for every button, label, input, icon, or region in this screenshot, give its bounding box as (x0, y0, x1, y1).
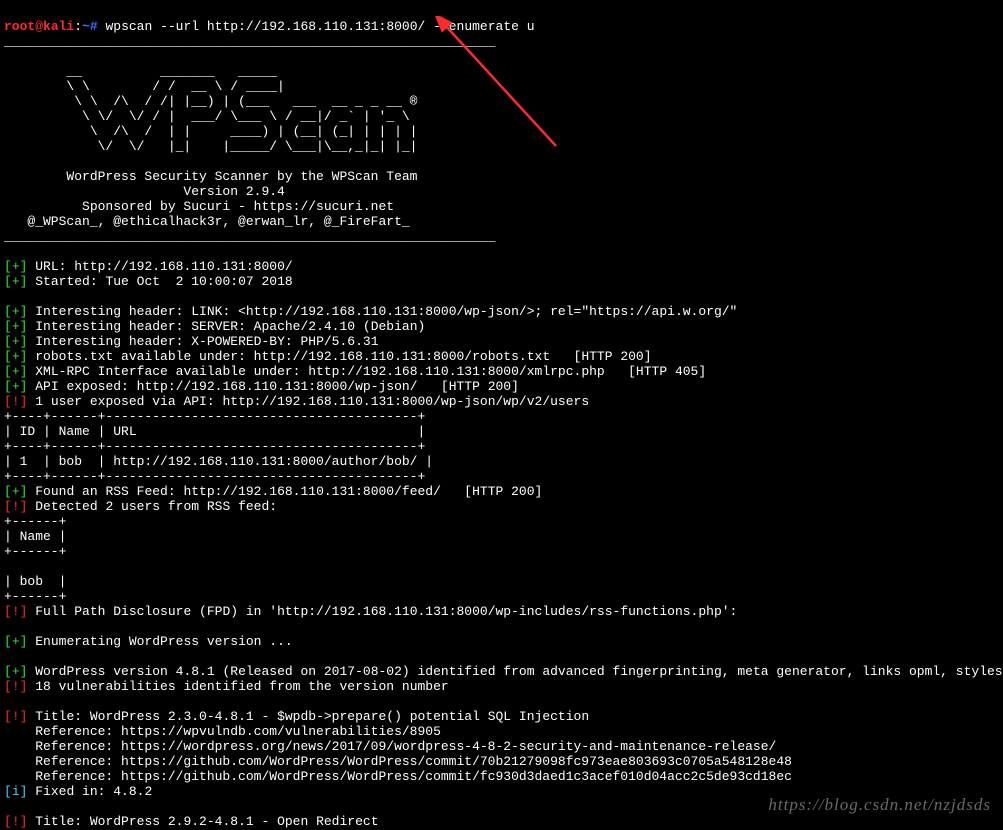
terminal[interactable]: root@kali:~# wpscan --url http://192.168… (0, 0, 1003, 830)
vuln1-ref4: Reference: https://github.com/WordPress/… (4, 769, 792, 784)
prompt-user: root (4, 19, 35, 34)
table-row: | 1 | bob | http://192.168.110.131:8000/… (4, 454, 433, 469)
table2-sep: +------+ (4, 589, 66, 604)
marker-info: [i] (4, 784, 35, 799)
marker-plus: [+] (4, 334, 35, 349)
vuln2-title: Title: WordPress 2.9.2-4.8.1 - Open Redi… (35, 814, 378, 829)
marker-bang: [!] (4, 499, 35, 514)
table-sep: +----+------+---------------------------… (4, 469, 425, 484)
xmlrpc-line: XML-RPC Interface available under: http:… (35, 364, 706, 379)
banner-line-4: @_WPScan_, @ethicalhack3r, @erwan_lr, @_… (4, 214, 410, 229)
banner-line-1: WordPress Security Scanner by the WPScan… (4, 169, 425, 184)
started-line: Started: Tue Oct 2 10:00:07 2018 (35, 274, 292, 289)
table-sep: +----+------+---------------------------… (4, 439, 425, 454)
marker-plus: [+] (4, 304, 35, 319)
marker-plus: [+] (4, 634, 35, 649)
header-server: Interesting header: SERVER: Apache/2.4.1… (35, 319, 425, 334)
marker-bang: [!] (4, 394, 35, 409)
ascii-art-l6: \/ \/ |_| |_____/ \___|\__,_|_| |_| (4, 139, 417, 154)
enumerating-line: Enumerating WordPress version ... (35, 634, 292, 649)
ascii-art-l3: \ \ /\ / /| |__) | (___ ___ __ _ _ __ ® (4, 94, 417, 109)
vulns-18-line: 18 vulnerabilities identified from the v… (35, 679, 448, 694)
marker-plus: [+] (4, 319, 35, 334)
url-line: URL: http://192.168.110.131:8000/ (35, 259, 292, 274)
user-exposed-line: 1 user exposed via API: http://192.168.1… (35, 394, 589, 409)
table-header: | ID | Name | URL | (4, 424, 425, 439)
rss-detected-line: Detected 2 users from RSS feed: (35, 499, 277, 514)
marker-bang: [!] (4, 709, 35, 724)
table2-sep: +------+ (4, 514, 66, 529)
marker-plus: [+] (4, 484, 35, 499)
prompt-colon: : (74, 19, 82, 34)
marker-plus: [+] (4, 349, 35, 364)
ascii-art-l1: __ _______ _____ (4, 64, 417, 79)
vuln1-ref1: Reference: https://wpvulndb.com/vulnerab… (4, 724, 441, 739)
header-xpowered: Interesting header: X-POWERED-BY: PHP/5.… (35, 334, 378, 349)
command-line: wpscan --url http://192.168.110.131:8000… (105, 19, 534, 34)
rss-found-line: Found an RSS Feed: http://192.168.110.13… (35, 484, 542, 499)
header-link: Interesting header: LINK: <http://192.16… (35, 304, 737, 319)
robots-line: robots.txt available under: http://192.1… (35, 349, 651, 364)
table-sep: +----+------+---------------------------… (4, 409, 425, 424)
marker-bang: [!] (4, 604, 35, 619)
table2-row: | bob | (4, 574, 66, 589)
vuln1-fixed: Fixed in: 4.8.2 (35, 784, 152, 799)
ascii-art-l5: \ /\ / | | ____) | (__| (_| | | | | (4, 124, 417, 139)
marker-plus: [+] (4, 259, 35, 274)
marker-bang: [!] (4, 814, 35, 829)
banner-line-3: Sponsored by Sucuri - https://sucuri.net (4, 199, 394, 214)
api-exposed-line: API exposed: http://192.168.110.131:8000… (35, 379, 519, 394)
marker-plus: [+] (4, 274, 35, 289)
banner-line-2: Version 2.9.4 (4, 184, 285, 199)
table2-sep: +------+ (4, 544, 66, 559)
ascii-art-l4: \ \/ \/ / | ___/ \___ \ / __|/ _` | '_ \ (4, 109, 417, 124)
vuln1-ref3: Reference: https://github.com/WordPress/… (4, 754, 792, 769)
prompt-host: kali (43, 19, 74, 34)
prompt-at: @ (35, 19, 43, 34)
prompt-tilde: ~# (82, 19, 105, 34)
hr-top: ________________________________________… (4, 34, 495, 49)
marker-plus: [+] (4, 379, 35, 394)
hr-bottom: ________________________________________… (4, 229, 495, 244)
marker-bang: [!] (4, 679, 35, 694)
ascii-art-l2: \ \ / / __ \ / ____| (4, 79, 417, 94)
fpd-line: Full Path Disclosure (FPD) in 'http://19… (35, 604, 737, 619)
vuln1-title: Title: WordPress 2.3.0-4.8.1 - $wpdb->pr… (35, 709, 589, 724)
table2-header: | Name | (4, 529, 66, 544)
marker-plus: [+] (4, 664, 35, 679)
wp-version-line: WordPress version 4.8.1 (Released on 201… (35, 664, 1003, 679)
marker-plus: [+] (4, 364, 35, 379)
vuln1-ref2: Reference: https://wordpress.org/news/20… (4, 739, 776, 754)
